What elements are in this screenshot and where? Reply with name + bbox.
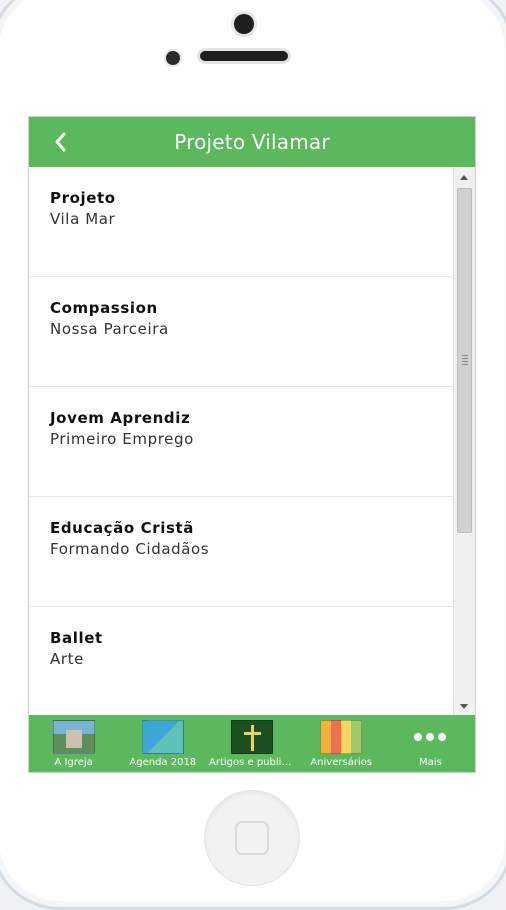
tab-agenda[interactable]: Agenda 2018	[118, 715, 207, 772]
vertical-scrollbar[interactable]	[453, 167, 475, 717]
tab-aniversarios[interactable]: Aniversários	[297, 715, 386, 772]
list-item-subtitle: Primeiro Emprego	[50, 430, 194, 448]
list-item-subtitle: Arte	[50, 650, 84, 668]
list-item[interactable]: Educação Cristã Formando Cidadãos	[29, 497, 454, 607]
scroll-down-arrow-icon[interactable]	[460, 704, 468, 709]
tab-mais[interactable]: Mais	[386, 715, 475, 772]
home-button[interactable]	[204, 790, 300, 886]
bottom-tab-bar: A Igreja Agenda 2018 Artigos e publicaçõ…	[29, 715, 475, 772]
list-item-subtitle: Formando Cidadãos	[50, 540, 210, 558]
home-square-icon	[235, 821, 269, 855]
app-screen: Projeto Vilamar Projeto Vila Mar Compass…	[28, 116, 476, 773]
tab-label: Agenda 2018	[129, 757, 197, 768]
camera-icon	[234, 14, 254, 34]
list-item[interactable]: Jovem Aprendiz Primeiro Emprego	[29, 387, 454, 497]
more-dots-icon	[414, 720, 447, 754]
speaker-grille	[200, 51, 288, 61]
app-header: Projeto Vilamar	[29, 117, 475, 167]
project-list: Projeto Vila Mar Compassion Nossa Parcei…	[29, 167, 454, 717]
tab-a-igreja[interactable]: A Igreja	[29, 715, 118, 772]
birthday-image-icon	[320, 720, 363, 754]
list-item-title: Compassion	[50, 299, 158, 317]
tab-label: Artigos e publicações	[209, 757, 295, 768]
sensor-icon	[166, 51, 180, 65]
list-item-title: Educação Cristã	[50, 519, 194, 537]
list-item-title: Ballet	[50, 629, 103, 647]
cross-image-icon	[231, 720, 273, 754]
tab-label: Mais	[419, 757, 442, 768]
list-item[interactable]: Ballet Arte	[29, 607, 454, 717]
list-item-subtitle: Nossa Parceira	[50, 320, 169, 338]
scroll-up-arrow-icon[interactable]	[460, 175, 468, 180]
list-item-title: Projeto	[50, 189, 116, 207]
tab-artigos[interactable]: Artigos e publicações	[207, 715, 296, 772]
agenda-image-icon	[141, 720, 184, 754]
page-title: Projeto Vilamar	[174, 130, 330, 154]
scrollbar-thumb[interactable]	[457, 188, 472, 533]
grip-icon	[462, 355, 468, 365]
tab-label: A Igreja	[54, 757, 93, 768]
list-item-subtitle: Vila Mar	[50, 210, 116, 228]
tab-label: Aniversários	[310, 757, 373, 768]
church-image-icon	[52, 720, 95, 754]
chevron-left-icon	[55, 132, 66, 152]
back-button[interactable]	[49, 129, 73, 155]
list-item[interactable]: Compassion Nossa Parceira	[29, 277, 454, 387]
list-item-title: Jovem Aprendiz	[50, 409, 191, 427]
list-item[interactable]: Projeto Vila Mar	[29, 167, 454, 277]
